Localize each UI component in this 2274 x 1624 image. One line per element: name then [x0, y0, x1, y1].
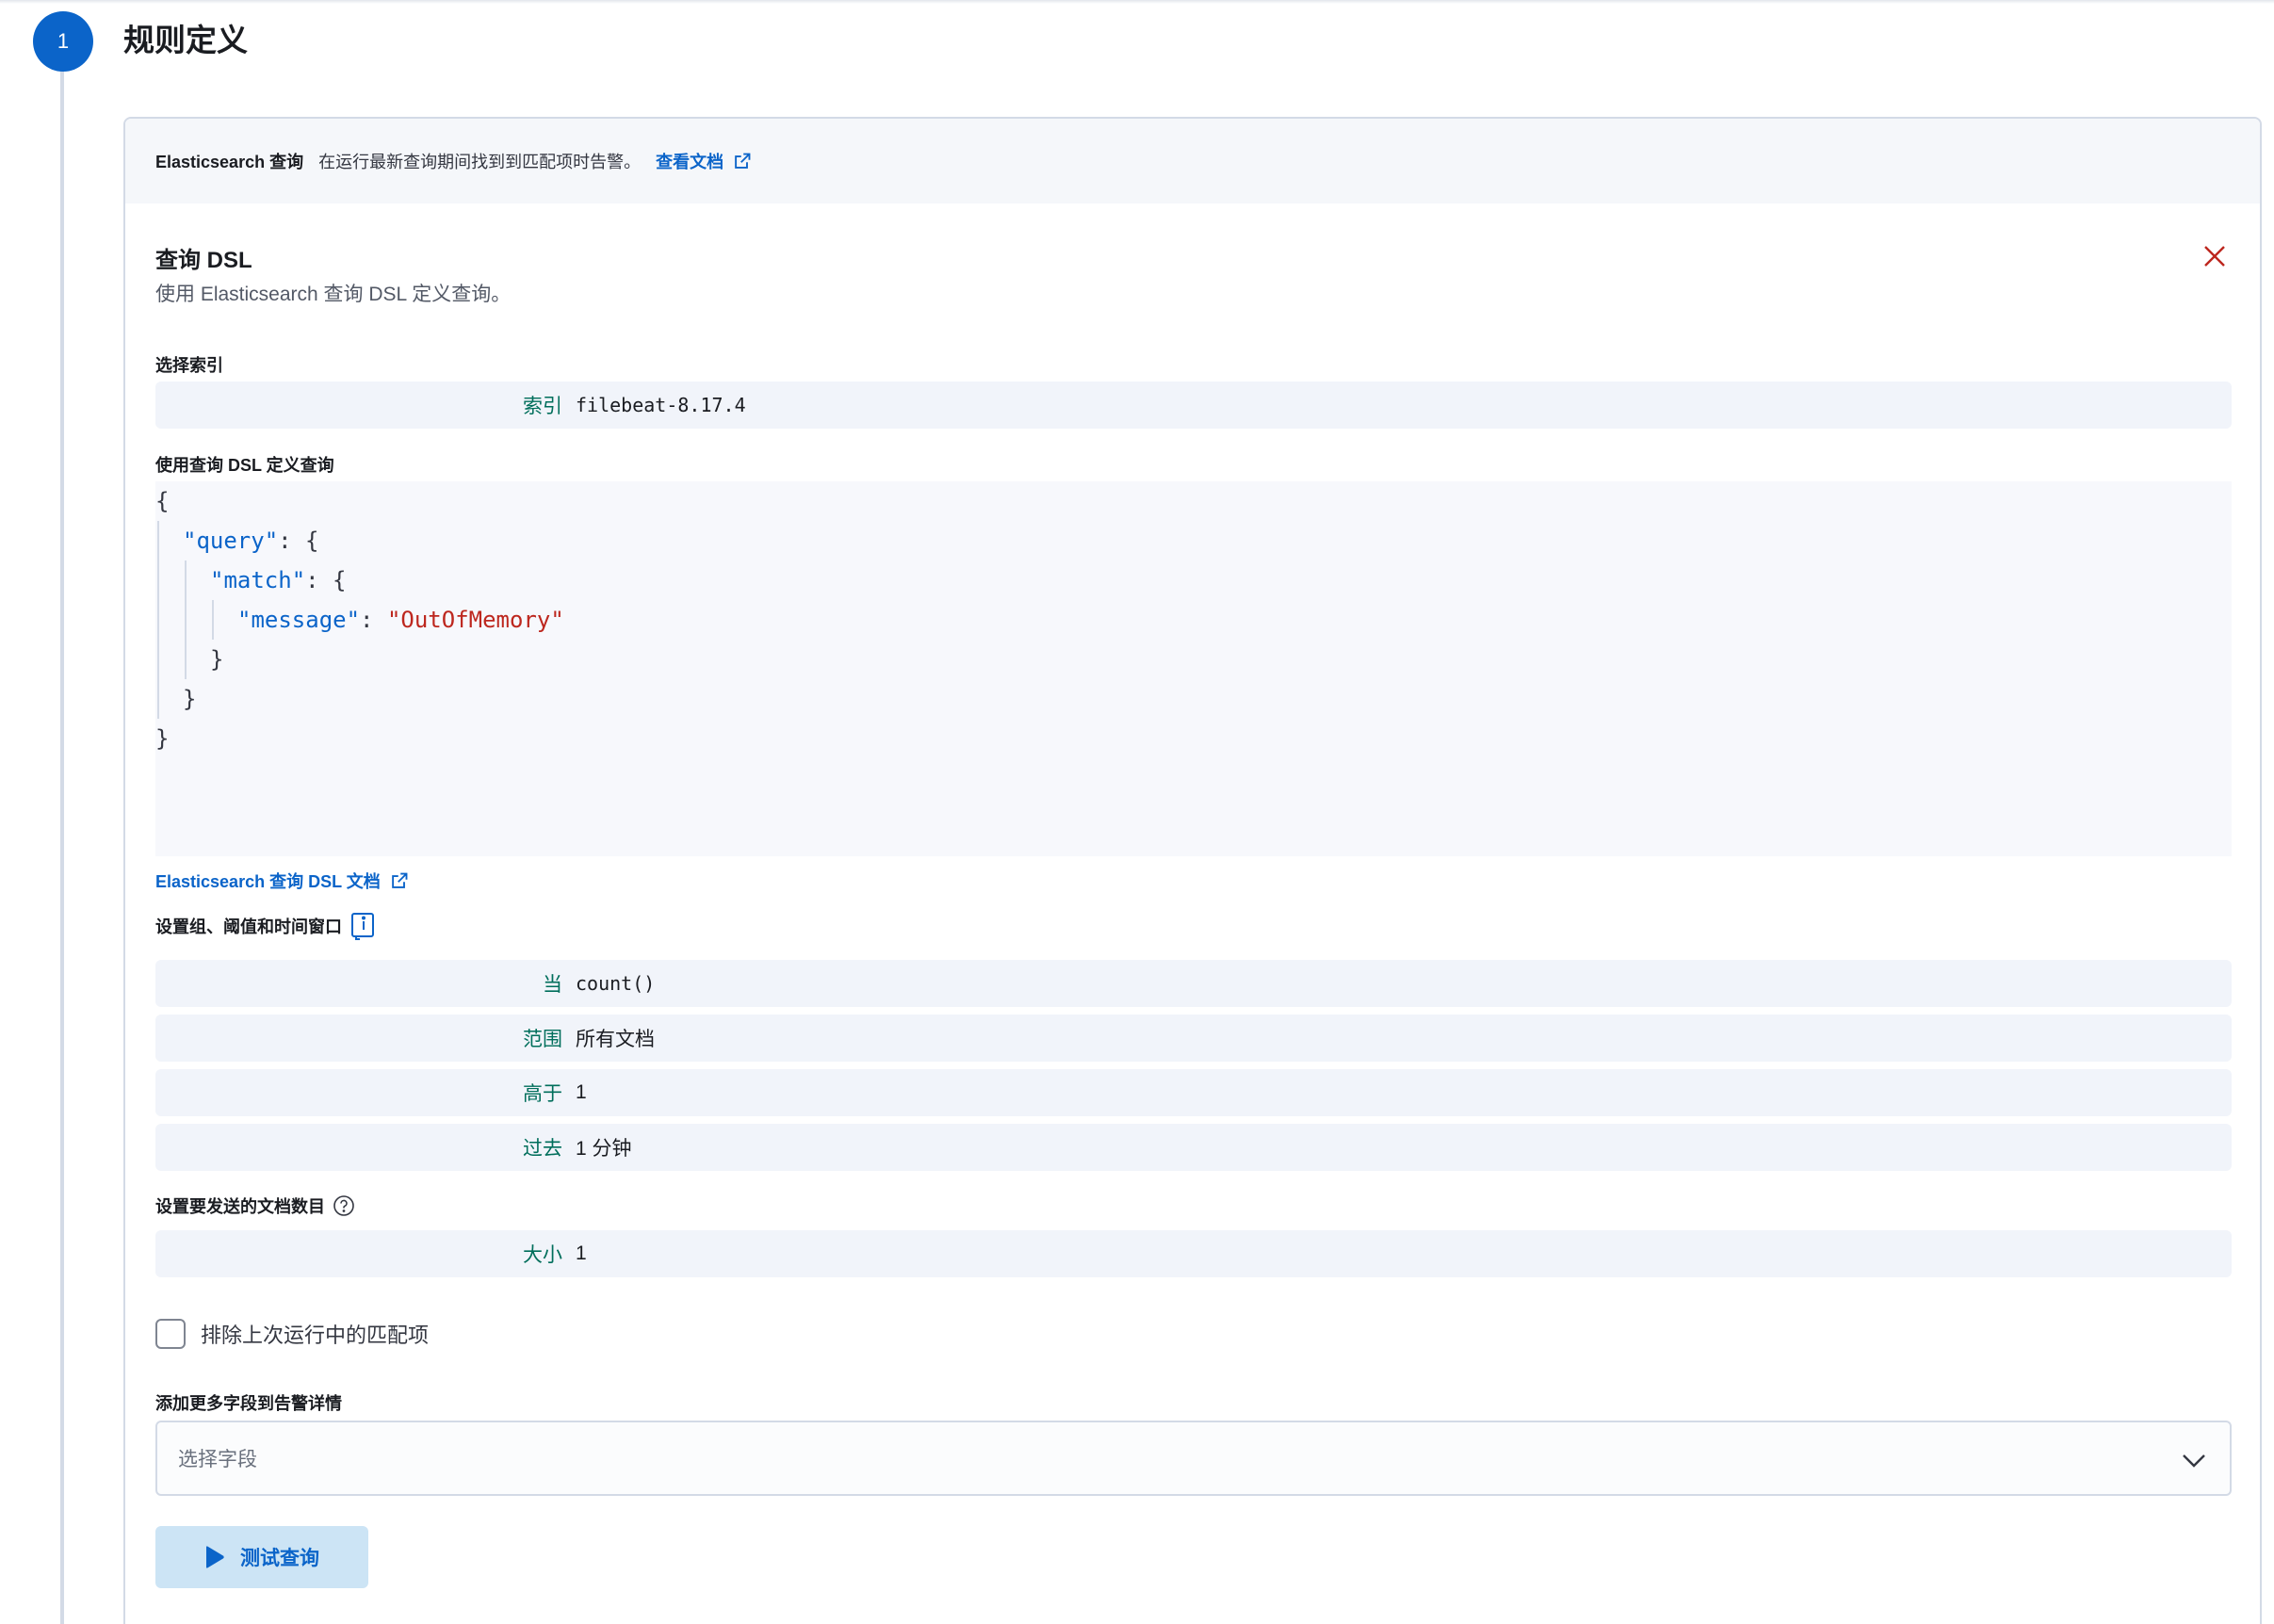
rule-type-title: Elasticsearch 查询 — [155, 153, 304, 171]
select-fields-combobox[interactable]: 选择字段 — [155, 1421, 2232, 1496]
exclude-matches-label: 排除上次运行中的匹配项 — [201, 1324, 430, 1347]
top-shadow — [0, 0, 2274, 4]
step-connector-line — [60, 66, 64, 1624]
view-docs-label: 查看文档 — [656, 153, 724, 171]
size-key: 大小 — [523, 1244, 562, 1266]
step-number-badge: 1 — [33, 11, 93, 72]
select-index-label: 选择索引 — [155, 356, 223, 375]
test-query-button[interactable]: 测试查询 — [155, 1526, 368, 1588]
chevron-down-icon — [2183, 1454, 2205, 1468]
time-window-expression[interactable]: 过去 1 分钟 — [155, 1124, 2232, 1171]
above-value: 1 — [576, 1081, 587, 1103]
index-key: 索引 — [523, 396, 562, 417]
scope-value: 所有文档 — [576, 1029, 655, 1050]
more-fields-label: 添加更多字段到告警详情 — [155, 1394, 342, 1413]
dsl-docs-link[interactable]: Elasticsearch 查询 DSL 文档 — [155, 869, 409, 893]
code-line: } — [183, 686, 197, 712]
select-fields-placeholder: 选择字段 — [178, 1449, 257, 1470]
external-link-icon — [391, 872, 408, 888]
indent-guide — [157, 521, 159, 719]
dsl-code-editor[interactable]: { "query": { "match": { "message": "OutO… — [155, 481, 2232, 856]
query-dsl-subtitle: 使用 Elasticsearch 查询 DSL 定义查询。 — [155, 284, 512, 305]
code-line: "message": "OutOfMemory" — [237, 607, 564, 633]
size-label-text: 设置要发送的文档数目 — [155, 1197, 325, 1216]
index-expression[interactable]: 索引 filebeat-8.17.4 — [155, 382, 2232, 429]
test-query-label: 测试查询 — [240, 1548, 319, 1569]
size-expression[interactable]: 大小 1 — [155, 1230, 2232, 1277]
code-line: } — [155, 725, 170, 752]
threshold-label-text: 设置组、阈值和时间窗口 — [155, 918, 342, 936]
dsl-editor-label: 使用查询 DSL 定义查询 — [155, 456, 334, 475]
time-window-value: 1 分钟 — [576, 1138, 632, 1160]
threshold-label: 设置组、阈值和时间窗口 — [155, 912, 376, 940]
indent-guide — [212, 600, 214, 640]
rule-definition-panel: Elasticsearch 查询 在运行最新查询期间找到到匹配项时告警。 查看文… — [123, 117, 2262, 1624]
close-icon[interactable] — [2198, 239, 2232, 273]
docs-info-icon[interactable] — [349, 912, 376, 940]
scope-key: 范围 — [523, 1029, 562, 1050]
above-key: 高于 — [523, 1083, 562, 1105]
indent-guide — [185, 560, 187, 679]
rule-type-header: Elasticsearch 查询 在运行最新查询期间找到到匹配项时告警。 查看文… — [125, 119, 2260, 203]
index-value: filebeat-8.17.4 — [576, 394, 746, 416]
exclude-matches-checkbox[interactable] — [155, 1319, 186, 1349]
size-value: 1 — [576, 1242, 587, 1264]
code-line: { — [155, 488, 170, 514]
external-link-icon — [735, 153, 751, 169]
scope-expression[interactable]: 范围 所有文档 — [155, 1015, 2232, 1062]
query-dsl-title: 查询 DSL — [155, 248, 252, 273]
above-expression[interactable]: 高于 1 — [155, 1069, 2232, 1116]
step-title: 规则定义 — [123, 23, 248, 57]
code-line: } — [210, 646, 224, 673]
when-expression[interactable]: 当 count() — [155, 960, 2232, 1007]
when-value: count() — [576, 972, 656, 995]
question-icon[interactable] — [333, 1194, 355, 1217]
when-key: 当 — [543, 974, 562, 996]
rule-type-description: 在运行最新查询期间找到到匹配项时告警。 — [318, 153, 642, 171]
size-label: 设置要发送的文档数目 — [155, 1194, 355, 1218]
view-docs-link[interactable]: 查看文档 — [656, 149, 752, 173]
time-window-key: 过去 — [523, 1138, 562, 1160]
play-icon — [206, 1546, 224, 1568]
code-line: "query": { — [183, 528, 319, 554]
dsl-docs-label: Elasticsearch 查询 DSL 文档 — [155, 872, 381, 891]
code-line: "match": { — [210, 567, 347, 593]
exclude-matches-row: 排除上次运行中的匹配项 — [155, 1319, 429, 1349]
